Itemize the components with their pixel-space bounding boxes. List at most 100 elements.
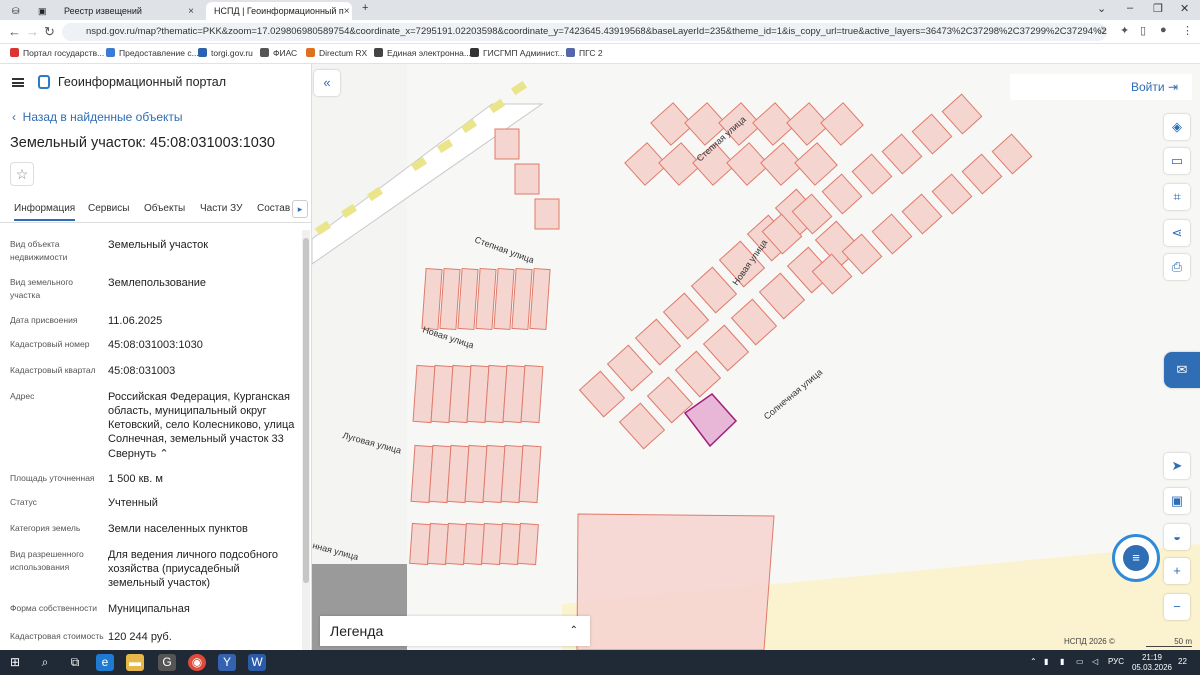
compass-icon[interactable]: ◒ xyxy=(1164,524,1190,550)
parcel-layer[interactable] xyxy=(409,93,1033,566)
land-parcel[interactable] xyxy=(511,267,533,331)
tab-composition[interactable]: Состав xyxy=(257,203,290,214)
land-parcel[interactable] xyxy=(463,522,485,566)
hamburger-menu-icon[interactable] xyxy=(12,78,24,87)
land-parcel[interactable] xyxy=(578,370,626,418)
ruler-icon[interactable]: ▭ xyxy=(1164,148,1190,174)
land-parcel[interactable] xyxy=(931,173,973,215)
bookmark-item[interactable]: ПГС 2 xyxy=(566,48,603,58)
land-parcel[interactable] xyxy=(481,522,503,566)
land-parcel[interactable] xyxy=(518,444,542,504)
url-field[interactable]: nspd.gov.ru/map?thematic=PKK&zoom=17.029… xyxy=(62,23,1107,41)
tray-chevron-icon[interactable]: ⌃ xyxy=(1030,657,1037,666)
tab-objects[interactable]: Объекты xyxy=(144,203,185,214)
map-view[interactable]: Степная улица Степная улица Новая улица … xyxy=(312,64,1200,650)
profile-avatar-icon[interactable]: ● xyxy=(1160,24,1167,36)
tray-app-icon[interactable]: ▮ xyxy=(1044,657,1048,666)
bookmark-item[interactable]: Предоставление с... xyxy=(106,48,199,58)
tabs-scroll-right-button[interactable]: ▸ xyxy=(292,200,308,218)
land-parcel[interactable] xyxy=(529,267,551,331)
land-parcel[interactable] xyxy=(911,113,953,155)
legend-dropdown[interactable]: Легенда ⌃⌄ xyxy=(320,616,590,646)
edge-icon[interactable]: e xyxy=(96,654,114,671)
collapse-link[interactable]: Свернуть ⌃ xyxy=(108,447,298,461)
bookmark-item[interactable]: Directum RX xyxy=(306,48,367,58)
land-parcel[interactable] xyxy=(702,324,750,372)
land-parcel[interactable] xyxy=(730,298,778,346)
back-arrow-icon[interactable]: ← xyxy=(8,24,21,39)
forward-arrow-icon[interactable]: → xyxy=(26,24,39,39)
land-parcel[interactable] xyxy=(961,153,1003,195)
land-parcel[interactable] xyxy=(427,522,449,566)
land-parcel[interactable] xyxy=(499,522,521,566)
favorite-star-button[interactable]: ☆ xyxy=(10,162,34,186)
land-parcel[interactable] xyxy=(991,133,1033,175)
assistant-bubble[interactable]: ≡ xyxy=(1112,534,1160,582)
window-close-button[interactable]: ✕ xyxy=(1180,2,1189,15)
selected-parcel[interactable] xyxy=(683,393,738,448)
land-parcel[interactable] xyxy=(794,142,838,186)
sidebar-icon[interactable]: ▯ xyxy=(1140,24,1146,37)
land-parcel[interactable] xyxy=(871,213,913,255)
land-parcel[interactable] xyxy=(494,128,520,160)
land-parcel[interactable] xyxy=(674,350,722,398)
bookmark-item[interactable]: Единая электронна... xyxy=(374,48,471,58)
land-parcel[interactable] xyxy=(517,522,539,566)
collapse-panel-button[interactable]: « xyxy=(314,70,340,96)
land-parcel[interactable] xyxy=(606,344,654,392)
zoom-in-button[interactable]: + xyxy=(1164,558,1190,584)
browser-tab-nspd[interactable]: НСПД | Геоинформационный п × xyxy=(206,2,352,20)
land-parcel[interactable] xyxy=(457,267,479,331)
land-parcel[interactable] xyxy=(514,163,540,195)
land-parcel[interactable] xyxy=(475,267,497,331)
select-area-icon[interactable]: ⌗ xyxy=(1164,184,1190,210)
bookmark-item[interactable]: torgi.gov.ru xyxy=(198,48,253,58)
bookmark-star-icon[interactable]: ☆ xyxy=(1097,24,1107,37)
tab-services[interactable]: Сервисы xyxy=(88,203,129,214)
word-icon[interactable]: W xyxy=(248,654,266,671)
land-parcel[interactable] xyxy=(421,267,443,331)
bookmark-item[interactable]: ФИАС xyxy=(260,48,297,58)
minimap-icon[interactable]: ▣ xyxy=(1164,488,1190,514)
search-icon[interactable]: ⌕ xyxy=(36,654,54,671)
system-clock[interactable]: 21:19 05.03.2026 xyxy=(1132,653,1172,673)
pinned-tab[interactable]: ⛁ xyxy=(4,2,26,20)
login-button[interactable]: Войти ⇥ xyxy=(1010,74,1192,100)
land-parcel[interactable] xyxy=(493,267,515,331)
land-parcel[interactable] xyxy=(634,318,682,366)
land-parcel[interactable] xyxy=(758,272,806,320)
land-parcel[interactable] xyxy=(881,133,923,175)
land-parcel[interactable] xyxy=(445,522,467,566)
pinned-tab[interactable]: ▣ xyxy=(30,2,52,20)
share-icon[interactable]: ⋖ xyxy=(1164,220,1190,246)
large-parcel[interactable] xyxy=(576,513,775,650)
land-parcel[interactable] xyxy=(821,173,863,215)
layers-icon[interactable]: ◈ xyxy=(1164,114,1190,140)
bookmark-item[interactable]: ГИСГМП Админист... xyxy=(470,48,565,58)
notifications-badge[interactable]: 22 xyxy=(1178,657,1187,666)
land-parcel[interactable] xyxy=(901,193,943,235)
close-icon[interactable]: × xyxy=(344,6,350,17)
tab-search-icon[interactable]: ⌄ xyxy=(1097,2,1106,15)
tab-parts[interactable]: Части ЗУ xyxy=(200,203,242,214)
task-view-icon[interactable]: ⧉ xyxy=(66,654,84,671)
file-explorer-icon[interactable]: ▬ xyxy=(126,654,144,671)
land-parcel[interactable] xyxy=(820,102,864,146)
land-parcel[interactable] xyxy=(662,292,710,340)
tab-information[interactable]: Информация xyxy=(14,203,76,221)
print-icon[interactable]: ⎙ xyxy=(1164,254,1190,280)
panel-scrollbar[interactable] xyxy=(302,230,310,650)
land-parcel[interactable] xyxy=(690,266,738,314)
yandex-icon[interactable]: Y xyxy=(218,654,236,671)
land-parcel[interactable] xyxy=(618,402,666,450)
back-to-results-link[interactable]: ‹ Назад в найденные объекты xyxy=(12,110,183,124)
network-icon[interactable]: ▭ xyxy=(1076,657,1084,666)
land-parcel[interactable] xyxy=(409,522,431,566)
extensions-icon[interactable]: ✦ xyxy=(1120,24,1129,37)
scrollbar-thumb[interactable] xyxy=(303,238,309,583)
bookmark-item[interactable]: Портал государств... xyxy=(10,48,104,58)
cadastral-map[interactable]: Степная улица Степная улица Новая улица … xyxy=(312,64,1200,650)
close-icon[interactable]: × xyxy=(188,6,194,17)
menu-kebab-icon[interactable]: ⋮ xyxy=(1182,24,1193,37)
land-parcel[interactable] xyxy=(941,93,983,135)
